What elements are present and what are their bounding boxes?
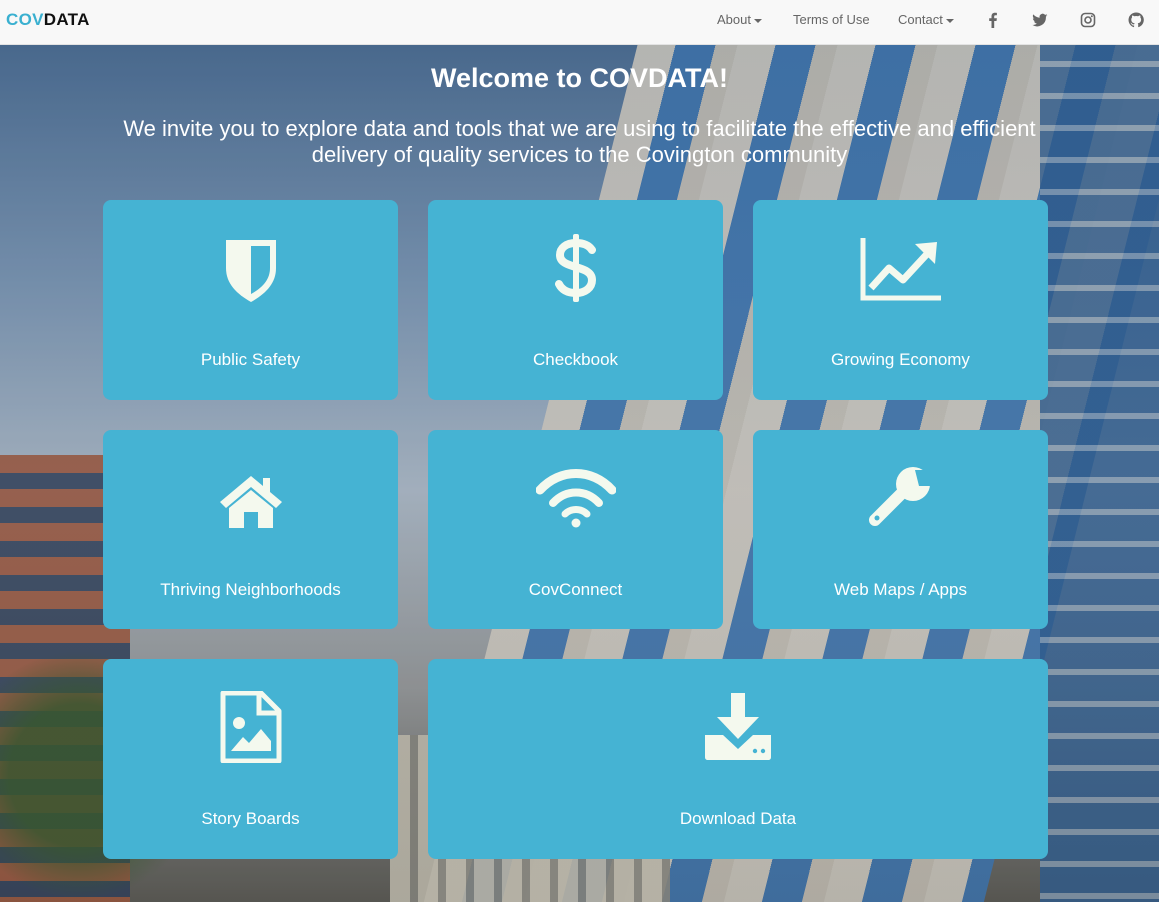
twitter-icon[interactable] bbox=[1032, 12, 1048, 28]
card-covconnect[interactable]: CovConnect bbox=[428, 430, 723, 629]
navbar: COVDATA About Terms of Use Contact bbox=[0, 0, 1159, 45]
download-icon bbox=[705, 693, 771, 760]
page-subtitle: We invite you to explore data and tools … bbox=[123, 116, 1036, 167]
chevron-down-icon bbox=[753, 18, 762, 23]
card-label: Checkbook bbox=[532, 350, 619, 369]
card-web-maps-apps[interactable]: Web Maps / Apps bbox=[753, 430, 1048, 629]
brand-part-data: DATA bbox=[43, 10, 90, 29]
nav-about-dropdown[interactable]: About bbox=[717, 12, 762, 27]
shield-icon bbox=[225, 240, 276, 302]
instagram-icon[interactable] bbox=[1080, 12, 1096, 28]
page-title: Welcome to COVDATA! bbox=[430, 63, 728, 93]
card-label: Download Data bbox=[679, 809, 797, 828]
nav-about-label: About bbox=[717, 12, 751, 27]
card-label: Public Safety bbox=[200, 350, 301, 369]
home-icon bbox=[219, 476, 282, 528]
wifi-icon bbox=[535, 469, 616, 528]
file-image-icon bbox=[220, 691, 281, 763]
nav-contact-dropdown[interactable]: Contact bbox=[898, 12, 954, 27]
card-label: Story Boards bbox=[201, 809, 300, 828]
github-icon[interactable] bbox=[1128, 12, 1144, 28]
card-public-safety[interactable]: Public Safety bbox=[103, 200, 398, 400]
card-label: CovConnect bbox=[528, 580, 623, 599]
card-label: Thriving Neighborhoods bbox=[160, 580, 341, 599]
card-growing-economy[interactable]: Growing Economy bbox=[753, 200, 1048, 400]
card-thriving-neighborhoods[interactable]: Thriving Neighborhoods bbox=[103, 430, 398, 629]
card-checkbook[interactable]: Checkbook bbox=[428, 200, 723, 400]
wrench-icon bbox=[868, 467, 931, 526]
dollar-icon bbox=[554, 234, 596, 302]
card-story-boards[interactable]: Story Boards bbox=[103, 659, 398, 859]
facebook-icon[interactable] bbox=[985, 12, 1001, 28]
nav-terms-of-use[interactable]: Terms of Use bbox=[793, 12, 870, 27]
nav-contact-label: Contact bbox=[898, 12, 943, 27]
chevron-down-icon bbox=[945, 18, 954, 23]
card-label: Web Maps / Apps bbox=[834, 580, 967, 599]
brand-logo[interactable]: COVDATA bbox=[6, 10, 90, 30]
line-chart-icon bbox=[860, 238, 941, 301]
card-label: Growing Economy bbox=[831, 350, 970, 369]
brand-part-cov: COV bbox=[6, 10, 44, 29]
card-download-data[interactable]: Download Data bbox=[428, 659, 1048, 859]
